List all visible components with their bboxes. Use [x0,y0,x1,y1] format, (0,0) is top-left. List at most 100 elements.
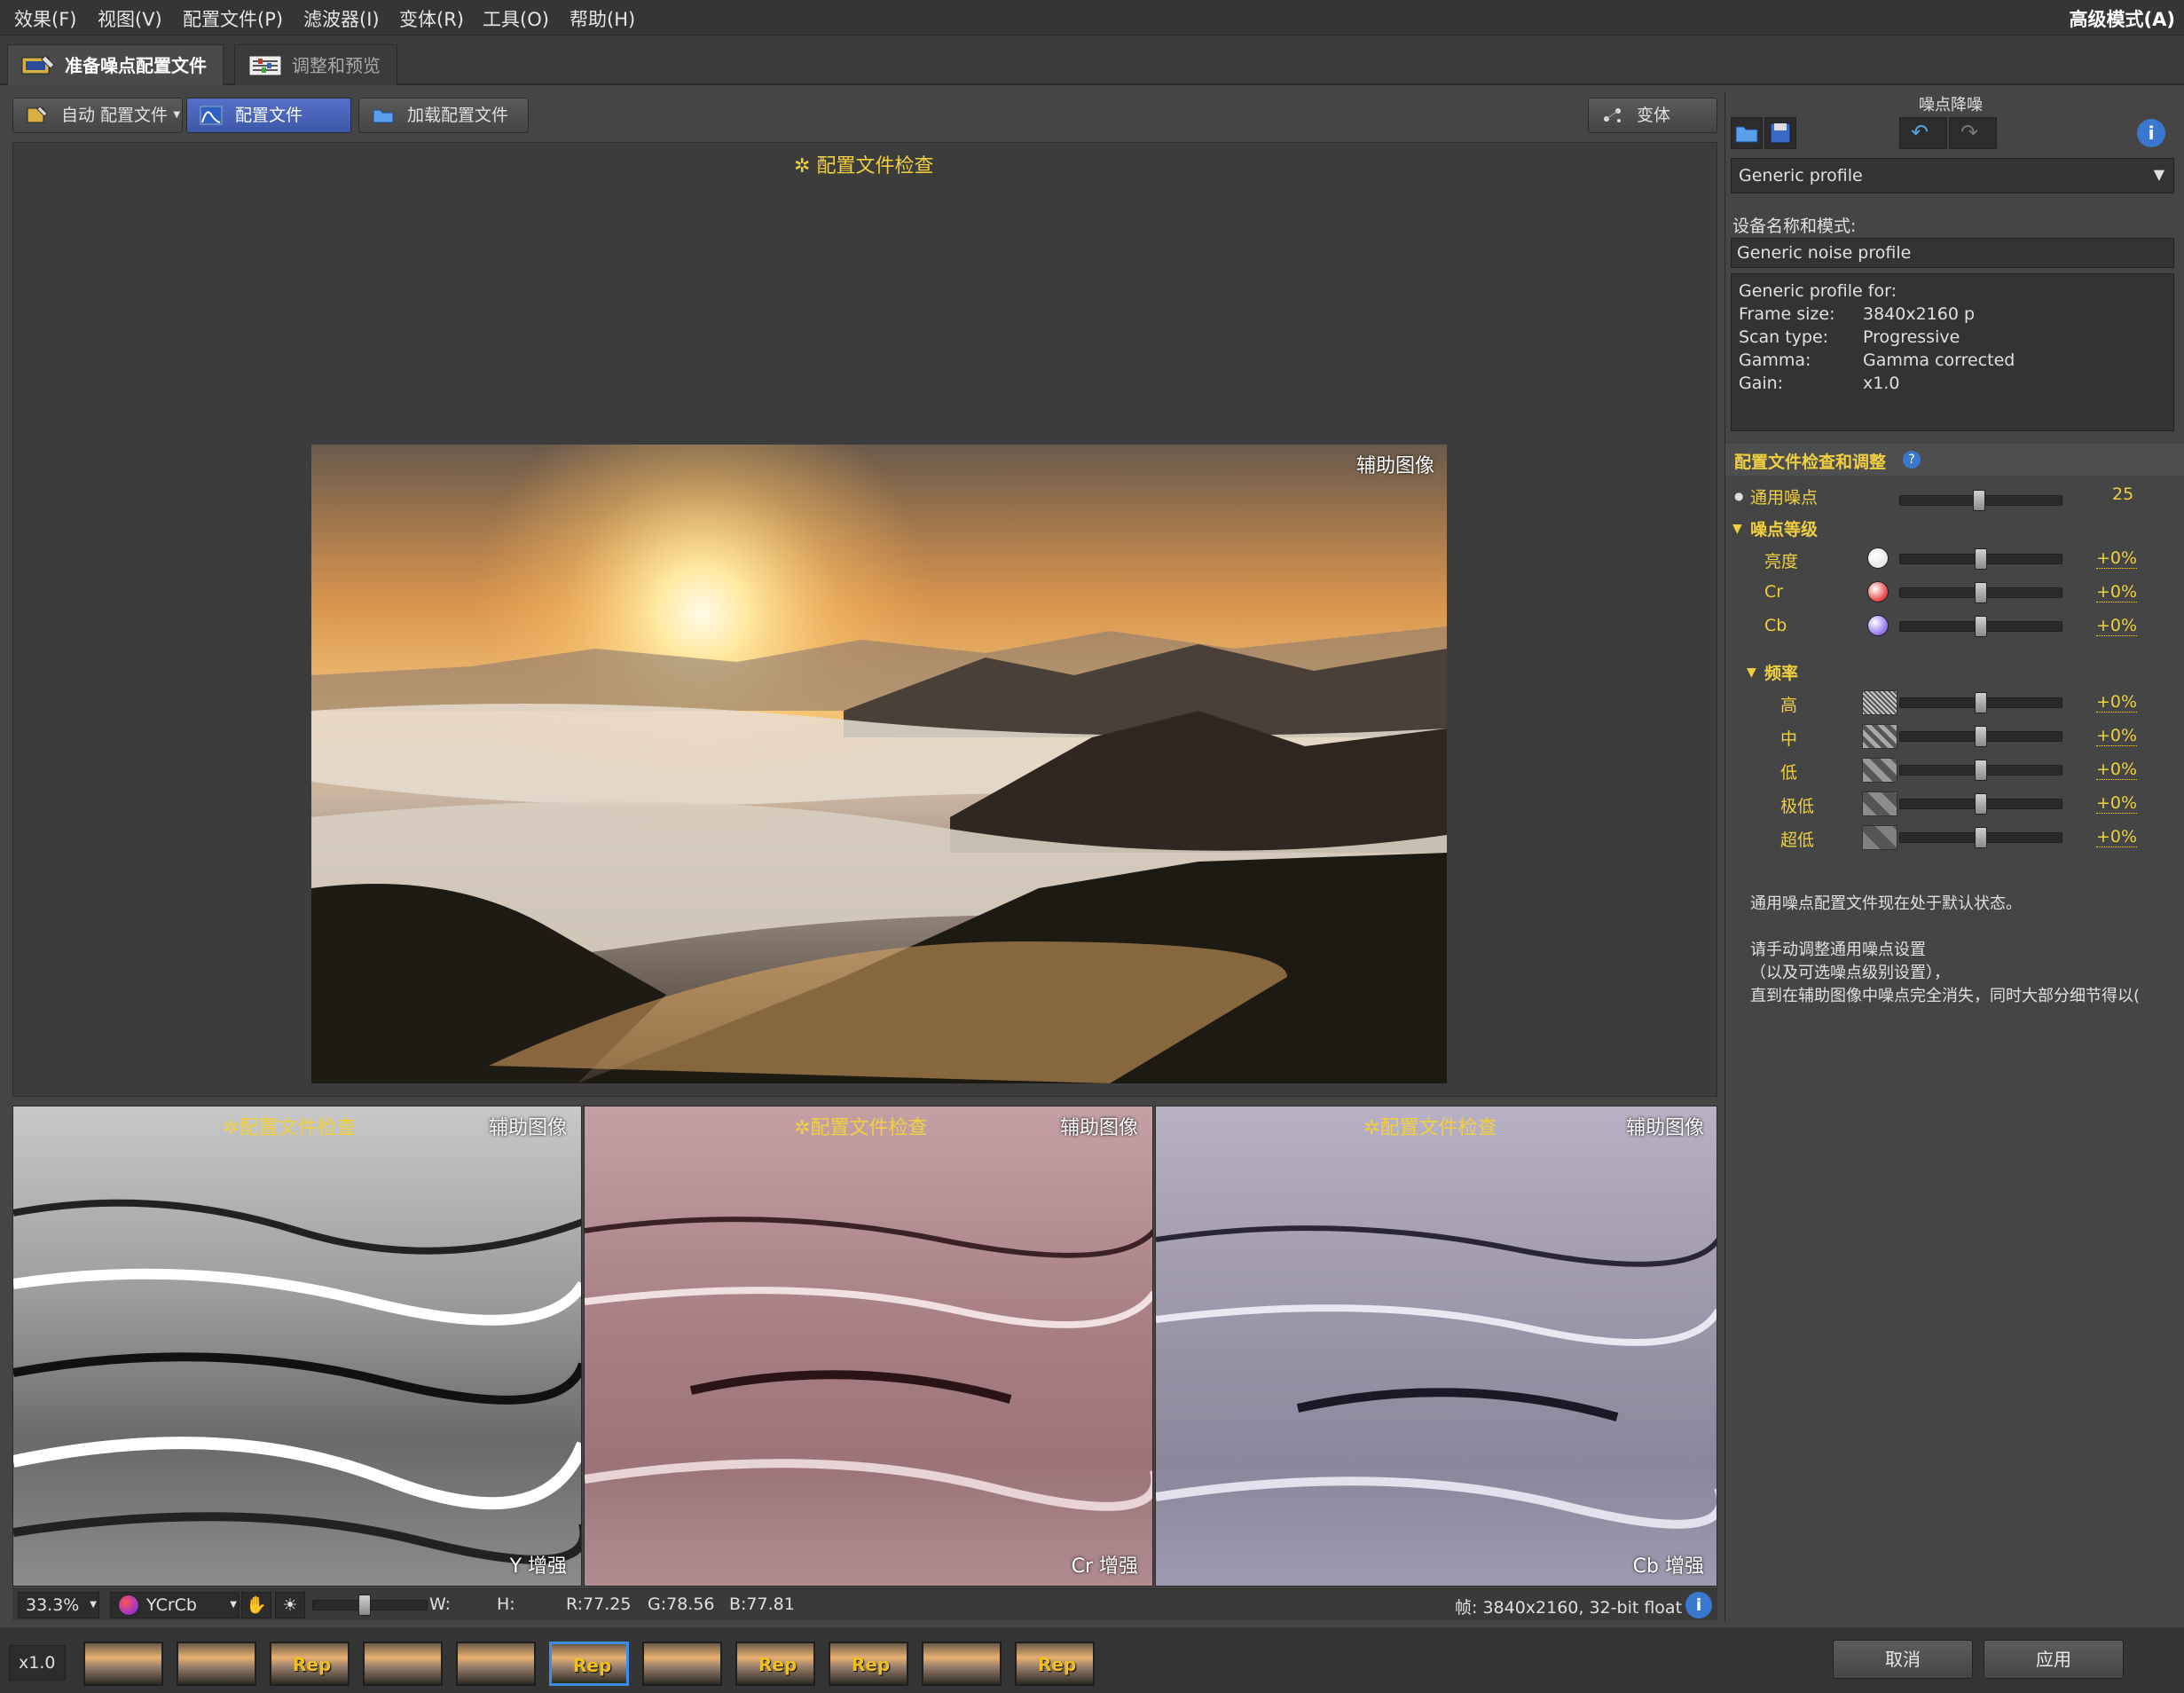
variant-icon [1604,108,1621,122]
auto-profile-label: 自动 配置文件 [61,106,169,125]
dropdown-arrow-icon: ▼ [173,110,181,120]
filmstrip-thumbnail[interactable] [177,1642,256,1686]
noise-level-value[interactable]: +0% [2096,548,2138,569]
frequency-knob[interactable] [1975,827,1987,848]
variant-button[interactable]: 变体 [1588,98,1717,133]
cr-enhance-view[interactable]: ✲配置文件检查 辅助图像 Cr 增强 [584,1106,1153,1587]
frequency-knob[interactable] [1975,760,1987,781]
general-noise-knob[interactable] [1973,490,1986,511]
frequency-knob[interactable] [1975,726,1987,747]
main-viewer[interactable]: ✲ 配置文件检查 辅助图像 [12,142,1717,1097]
tab-prepare-profile[interactable]: 准备噪点配置文件 [7,44,224,85]
filmstrip-thumbnail[interactable] [642,1642,722,1686]
y-enhance-label: Y 增强 [509,1555,567,1578]
tab-adjust-preview[interactable]: 调整和预览 [234,44,397,85]
filmstrip-thumbnail[interactable]: Rep [735,1642,815,1686]
cancel-button[interactable]: 取消 [1833,1640,1973,1679]
filmstrip-thumbnail[interactable]: Rep [1015,1642,1095,1686]
frequency-swatch [1862,758,1897,783]
filmstrip-thumbnail[interactable] [363,1642,443,1686]
load-profile-button[interactable]: 加载配置文件 [358,98,529,133]
profile-info-box: Generic profile for: Frame size: 3840x216… [1731,273,2174,431]
frequency-knob[interactable] [1975,692,1987,713]
brightness-slider-knob[interactable] [358,1595,371,1616]
y-enhance-view[interactable]: ✲配置文件检查 辅助图像 Y 增强 [12,1106,582,1587]
colorspace-select[interactable]: YCrCb ▼ [110,1592,240,1618]
frequency-value[interactable]: +0% [2096,760,2138,780]
open-profile-button[interactable] [1731,117,1763,149]
menu-variant[interactable]: 变体(R) [399,5,464,32]
menu-tools[interactable]: 工具(O) [483,5,549,32]
frequency-swatch [1862,690,1897,715]
redo-button[interactable]: ↷ [1949,117,1997,149]
zoom-value: 33.3% [26,1595,80,1615]
frequency-value[interactable]: +0% [2096,692,2138,713]
info-title: Generic profile for: [1739,281,1897,301]
frequency-title: 频率 [1764,664,1799,683]
noise-level-label: Cr [1764,582,1784,602]
filmstrip-thumbnail[interactable] [83,1642,163,1686]
menu-profile[interactable]: 配置文件(P) [183,5,283,32]
tab-adjust-preview-label: 调整和预览 [292,55,381,76]
general-noise-value: 25 [2112,484,2134,504]
profile-select[interactable]: Generic profile ▼ [1731,158,2174,193]
curve-icon [200,106,223,125]
info-value: x1.0 [1863,374,1900,393]
collapse-arrow-icon[interactable]: ▼ [1747,665,1756,680]
noise-level-knob[interactable] [1975,616,1987,637]
height-label: H: [497,1595,515,1614]
filmstrip-thumbnail[interactable]: Rep [549,1642,629,1686]
help-icon[interactable]: ? [1903,451,1921,469]
filmstrip-thumbnail[interactable] [922,1642,1002,1686]
scale-value: x1.0 [19,1653,56,1673]
noise-level-knob[interactable] [1975,548,1987,570]
panel-title: 噪点降噪 [1919,96,1983,114]
zoom-select[interactable]: 33.3% ▼ [18,1592,99,1618]
info-icon[interactable]: i [2137,119,2165,147]
y-enhance-image [13,1199,581,1564]
filmstrip-thumbnail[interactable]: Rep [829,1642,908,1686]
scale-select[interactable]: x1.0 [9,1645,66,1681]
profile-button[interactable]: 配置文件 [186,98,351,133]
rep-label: Rep [852,1654,891,1675]
frequency-value[interactable]: +0% [2096,726,2138,746]
noise-level-value[interactable]: +0% [2096,616,2138,636]
colorspace-value: YCrCb [146,1595,197,1615]
save-icon [1770,122,1791,144]
device-name-field[interactable]: Generic noise profile [1731,238,2174,268]
tab-prepare-profile-label: 准备噪点配置文件 [65,55,207,76]
device-name-value: Generic noise profile [1737,243,1912,263]
advanced-mode-toggle[interactable]: 高级模式(A) [2070,5,2175,32]
save-profile-button[interactable] [1764,117,1796,149]
info-key: Frame size: [1739,304,1835,324]
rep-label: Rep [293,1654,332,1675]
info-value: Gamma corrected [1863,350,2015,370]
device-label: 设备名称和模式: [1732,217,1857,236]
collapse-arrow-icon[interactable]: ▼ [1732,522,1742,536]
info-icon[interactable]: i [1685,1592,1712,1618]
profile-check-text: 配置文件检查 [816,155,934,177]
brightness-button[interactable]: ☀ [275,1592,305,1618]
noise-level-value[interactable]: +0% [2096,582,2138,602]
gear-icon: ✲ [223,1117,240,1139]
auto-profile-button[interactable]: 自动 配置文件 ▼ [12,98,184,133]
info-key: Gain: [1739,374,1784,393]
menu-help[interactable]: 帮助(H) [570,5,635,32]
menu-effects[interactable]: 效果(F) [14,5,76,32]
hand-tool-button[interactable]: ✋ [241,1592,271,1618]
menu-filter[interactable]: 滤波器(I) [303,5,380,32]
cb-enhance-view[interactable]: ✲配置文件检查 辅助图像 Cb 增强 [1155,1106,1717,1587]
frequency-value[interactable]: +0% [2096,827,2138,847]
frequency-knob[interactable] [1975,793,1987,815]
cb-check-label: ✲配置文件检查 [1363,1117,1497,1139]
noise-level-knob[interactable] [1975,582,1987,603]
auto-profile-icon [27,106,48,123]
blue-value: B:77.81 [729,1595,795,1614]
filmstrip-thumbnail[interactable] [456,1642,536,1686]
frequency-value[interactable]: +0% [2096,793,2138,814]
apply-button[interactable]: 应用 [1984,1640,2124,1679]
y-aux-label: 辅助图像 [488,1117,567,1139]
undo-button[interactable]: ↶ [1899,117,1947,149]
filmstrip-thumbnail[interactable]: Rep [270,1642,350,1686]
menu-view[interactable]: 视图(V) [98,5,162,32]
